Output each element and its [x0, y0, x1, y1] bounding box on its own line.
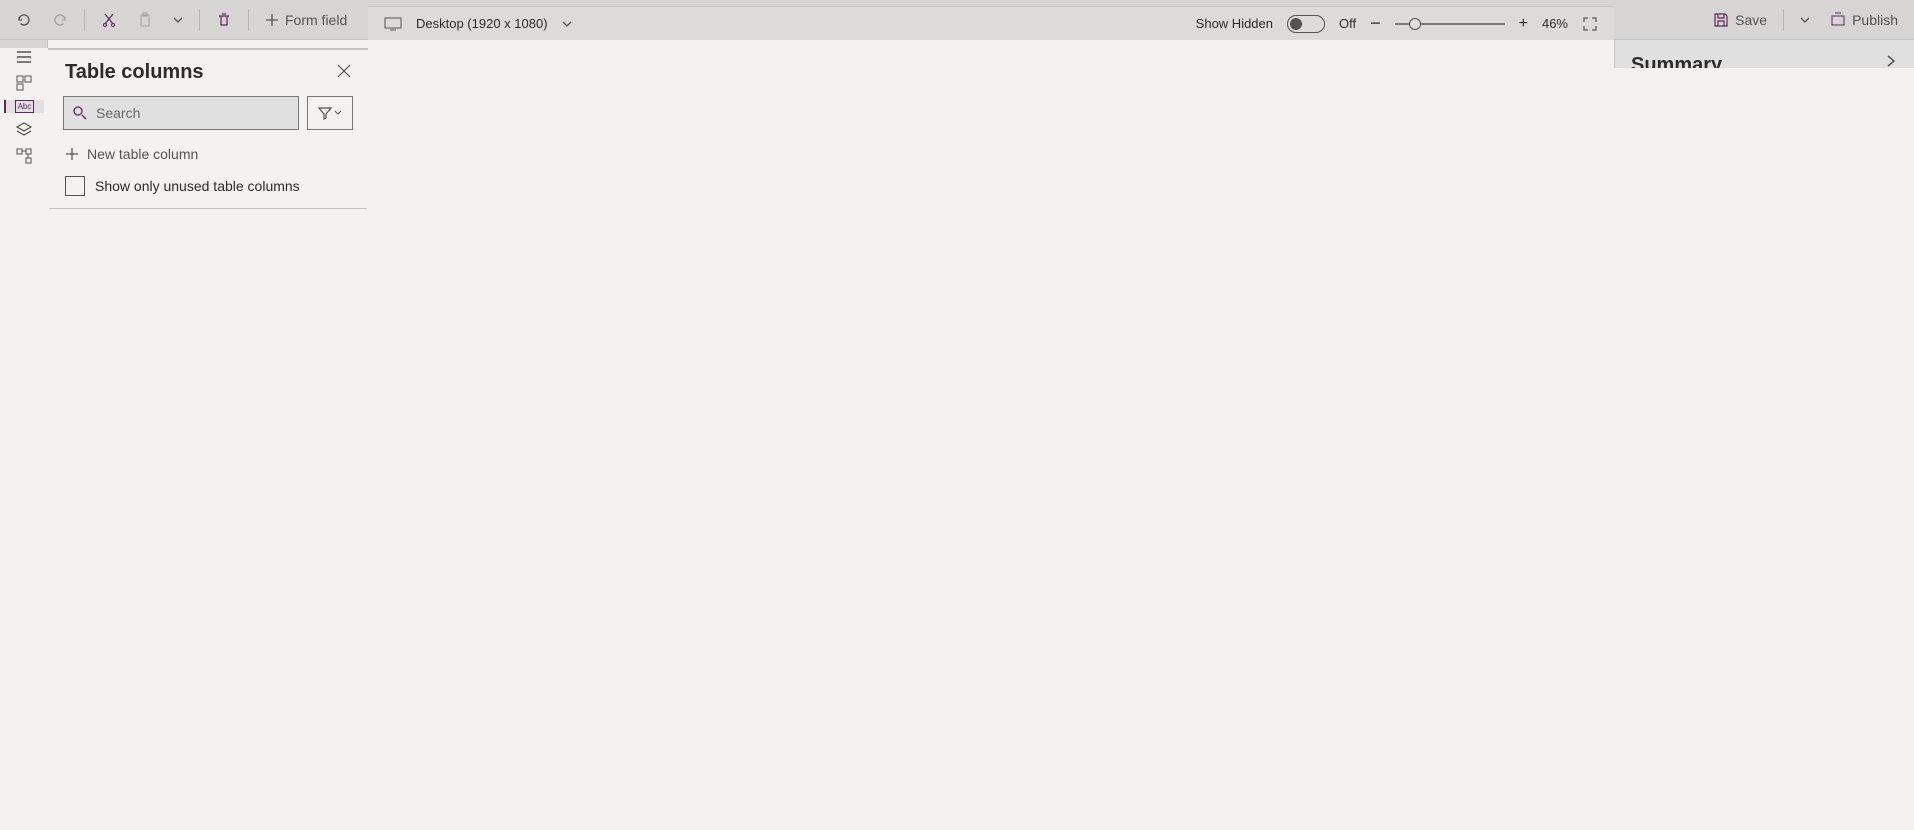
- save-chevron[interactable]: [1792, 11, 1818, 29]
- components-icon[interactable]: [4, 74, 44, 92]
- zoom-level: 46%: [1542, 16, 1568, 31]
- show-unused-checkbox[interactable]: [65, 176, 85, 196]
- filter-icon: [318, 106, 332, 120]
- search-input[interactable]: [63, 96, 299, 130]
- filter-button[interactable]: [307, 96, 353, 130]
- publish-button[interactable]: Publish: [1822, 8, 1906, 32]
- left-rail: Abc: [0, 40, 48, 48]
- desktop-icon: [384, 17, 402, 31]
- chevron-down-icon[interactable]: [562, 19, 572, 29]
- add-form-field-button[interactable]: Form field: [257, 8, 355, 32]
- panel-title: Table columns: [65, 61, 204, 84]
- zoom-out-button[interactable]: −: [1370, 13, 1381, 34]
- zoom-slider[interactable]: [1395, 23, 1505, 25]
- undo-button[interactable]: [8, 8, 40, 32]
- save-button[interactable]: Save: [1705, 8, 1775, 32]
- columns-icon[interactable]: Abc: [4, 100, 44, 113]
- search-icon: [72, 105, 88, 121]
- tree-icon[interactable]: [4, 147, 44, 165]
- layers-icon[interactable]: [4, 121, 44, 139]
- cut-button[interactable]: [93, 8, 125, 32]
- redo-button[interactable]: [44, 8, 76, 32]
- hamburger-icon[interactable]: [4, 48, 44, 66]
- close-icon[interactable]: [337, 64, 351, 81]
- viewport-label[interactable]: Desktop (1920 x 1080): [416, 16, 548, 31]
- delete-button[interactable]: [208, 8, 240, 32]
- show-unused-label: Show only unused table columns: [95, 178, 300, 194]
- chevron-down-icon: [334, 109, 342, 117]
- new-table-column-button[interactable]: New table column: [49, 140, 367, 168]
- show-hidden-toggle[interactable]: [1287, 15, 1325, 33]
- fit-icon[interactable]: [1582, 16, 1598, 32]
- properties-panel: Summary Tab PropertiesEvents Display opt…: [1614, 40, 1914, 68]
- table-columns-panel: Table columns New table column Show only…: [48, 48, 368, 50]
- columns-list[interactable]: AbcAccount NameAbcAccount NumberAccount …: [49, 208, 367, 209]
- paste-chevron[interactable]: [165, 11, 191, 29]
- show-hidden-label: Show Hidden: [1196, 16, 1273, 31]
- paste-button[interactable]: [129, 8, 161, 32]
- chevron-right-icon[interactable]: [1884, 54, 1898, 68]
- props-title: Summary: [1631, 54, 1722, 68]
- bottom-status-bar: Desktop (1920 x 1080) Show Hidden Off − …: [368, 6, 1614, 40]
- zoom-in-button[interactable]: +: [1519, 15, 1528, 33]
